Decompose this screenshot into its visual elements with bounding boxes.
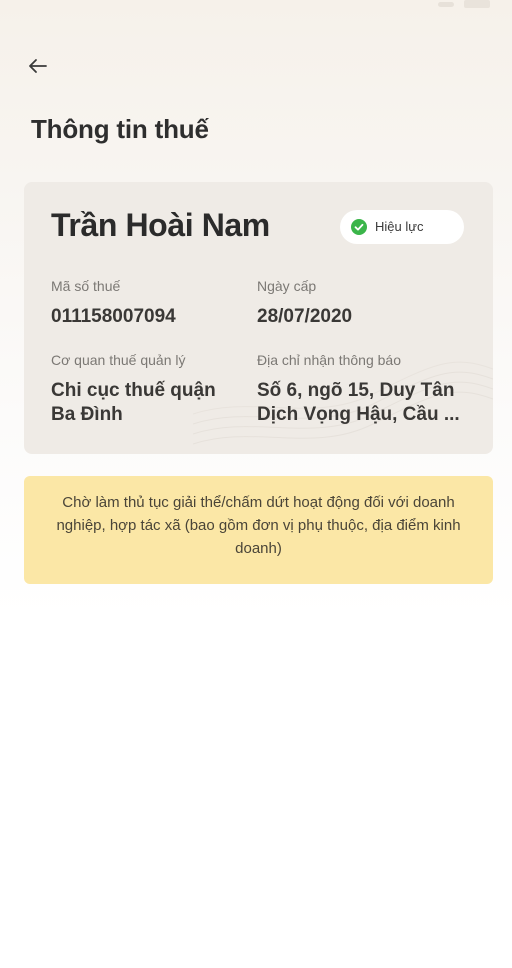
tax-code-label: Mã số thuế <box>51 278 121 294</box>
status-label: Hiệu lực <box>375 219 424 234</box>
tax-authority-label: Cơ quan thuế quản lý <box>51 352 186 368</box>
check-circle-icon <box>351 219 367 235</box>
battery-icon <box>464 0 490 8</box>
status-bar <box>0 0 512 14</box>
issue-date-label: Ngày cấp <box>257 278 317 294</box>
tax-authority-value-line1: Chi cục thuế quận <box>51 380 216 401</box>
tax-code-value: 011158007094 <box>51 306 176 327</box>
status-notice-text: Chờ làm thủ tục giải thể/chấm dứt hoạt đ… <box>56 494 461 557</box>
tax-authority-value-line2: Ba Đình <box>51 404 123 425</box>
taxpayer-name: Trần Hoài Nam <box>51 207 270 243</box>
notice-address-label: Địa chỉ nhận thông báo <box>257 352 401 368</box>
status-badge: Hiệu lực <box>340 210 464 244</box>
page-title: Thông tin thuế <box>31 114 209 144</box>
notice-address-value-line2: Dịch Vọng Hậu, Cầu ... <box>257 404 460 425</box>
notice-address-value-line1: Số 6, ngõ 15, Duy Tân <box>257 380 455 401</box>
signal-icon <box>438 2 454 7</box>
status-notice-banner: Chờ làm thủ tục giải thể/chấm dứt hoạt đ… <box>24 476 493 584</box>
arrow-left-icon <box>29 59 47 73</box>
back-button[interactable] <box>22 52 56 82</box>
issue-date-value: 28/07/2020 <box>257 306 353 327</box>
tax-info-card: Trần Hoài Nam Hiệu lực Mã số thuế 011158… <box>24 182 493 454</box>
